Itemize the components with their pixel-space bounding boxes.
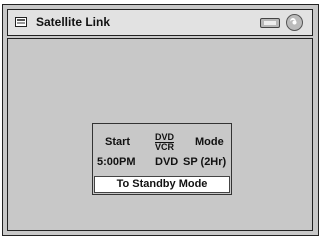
disc-icon bbox=[286, 14, 303, 31]
content-area: Start DVD VCR Mode 5:00PM DVD SP (2Hr) T… bbox=[7, 38, 313, 231]
media-value: DVD bbox=[155, 156, 179, 168]
menu-icon bbox=[15, 17, 27, 27]
mode-value: SP (2Hr) bbox=[183, 156, 227, 168]
to-standby-mode-button[interactable]: To Standby Mode bbox=[94, 176, 230, 193]
mode-header: Mode bbox=[195, 136, 224, 148]
timer-panel: Start DVD VCR Mode 5:00PM DVD SP (2Hr) T… bbox=[92, 123, 232, 195]
tape-icon bbox=[260, 18, 280, 28]
start-value: 5:00PM bbox=[97, 156, 136, 168]
media-header: DVD VCR bbox=[155, 133, 175, 152]
page-title: Satellite Link bbox=[36, 15, 111, 29]
title-bar: Satellite Link bbox=[7, 9, 313, 36]
start-header: Start bbox=[105, 136, 131, 148]
media-header-vcr: VCR bbox=[155, 142, 175, 152]
